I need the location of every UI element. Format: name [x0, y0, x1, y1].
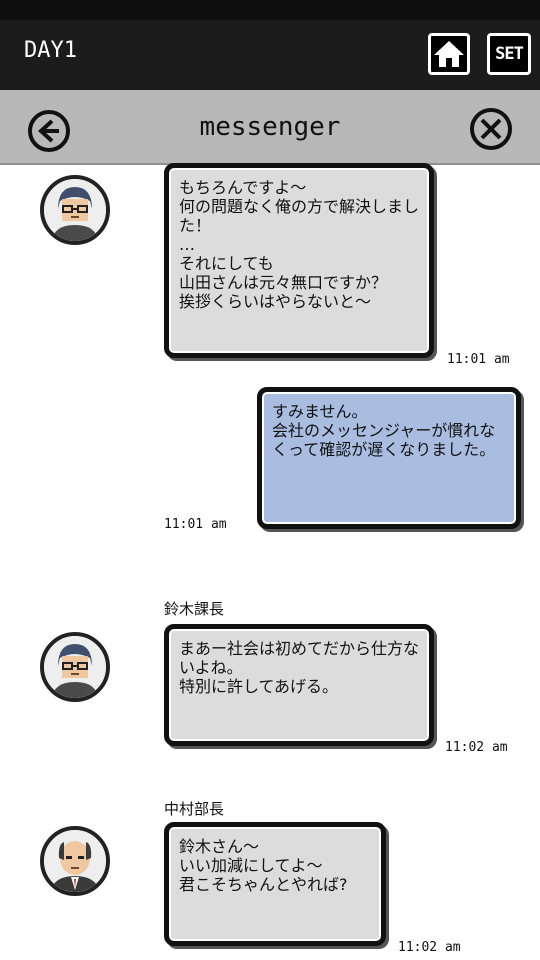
avatar-glasses-man[interactable]	[40, 175, 110, 245]
message-time-4: 11:02 am	[398, 940, 461, 955]
avatar-bald-man[interactable]	[40, 826, 110, 896]
nav-title: messenger	[199, 112, 341, 142]
close-icon[interactable]	[468, 106, 514, 152]
message-bubble-4: 鈴木さん～ いい加減にしてよ～ 君こそちゃんとやれば?	[164, 822, 386, 946]
bald-man-avatar	[44, 830, 106, 892]
day-label: DAY1	[24, 38, 77, 63]
message-time-1: 11:01 am	[447, 352, 510, 367]
home-button[interactable]	[428, 33, 470, 75]
message-time-3: 11:02 am	[445, 740, 508, 755]
sender-name-4: 中村部長	[164, 800, 225, 818]
top-bar: DAY1 SET	[0, 0, 540, 90]
sender-name-3: 鈴木課長	[164, 600, 225, 618]
settings-label: SET	[495, 44, 524, 64]
nav-bar: messenger	[0, 90, 540, 165]
glasses-man-avatar	[44, 179, 106, 241]
message-bubble-3: まあー社会は初めてだから仕方ないよね。 特別に許してあげる。	[164, 624, 434, 746]
settings-button[interactable]: SET	[487, 33, 531, 75]
message-bubble-1: もちろんですよ～ 何の問題なく俺の方で解決しました！ … それにしても 山田さん…	[164, 163, 434, 358]
glasses-man-avatar	[44, 636, 106, 698]
home-icon	[434, 41, 464, 67]
avatar-glasses-man[interactable]	[40, 632, 110, 702]
back-arrow-icon[interactable]	[26, 108, 72, 154]
message-time-2: 11:01 am	[164, 517, 227, 532]
status-strip	[0, 0, 540, 20]
message-bubble-2: すみません。 会社のメッセンジャーが慣れなくって確認が遅くなりました。	[257, 387, 521, 529]
